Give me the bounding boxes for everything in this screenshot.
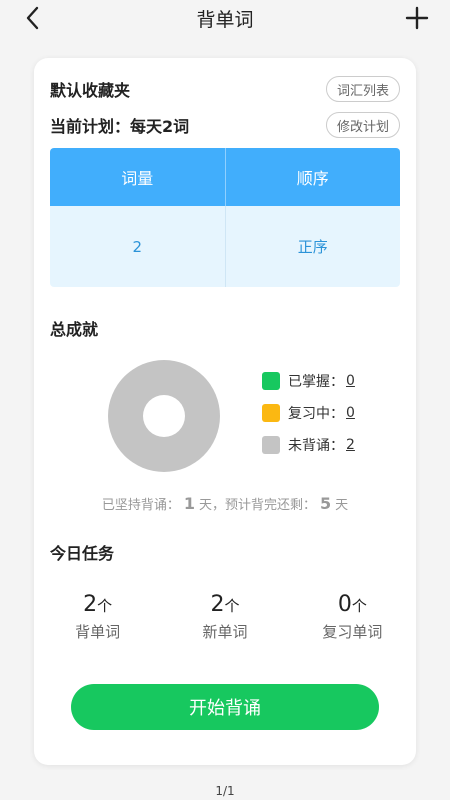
table-cell-order: 正序 [297,238,328,256]
page-title: 背单词 [196,9,254,31]
legend-value-reviewing[interactable]: 0 [346,405,355,421]
legend-item-unlearned: 未背诵： 2 [262,436,355,454]
task-count: 0 [337,592,352,617]
header-bar: 背单词 [0,0,450,36]
task-unit: 个 [97,597,113,615]
donut-hole [143,395,185,437]
page-indicator: 1/1 [0,784,450,798]
current-plan-text: 当前计划：每天2词 [50,117,190,136]
page-total: 1 [227,784,235,798]
today-tasks: 2个 背单词 2个 新单词 0个 复习单词 [34,592,416,642]
table-header-row: 词量 顺序 [50,148,400,206]
plan-row: 当前计划：每天2词 修改计划 [50,112,400,138]
page-current: 1 [215,784,223,798]
table-cell-word-count: 2 [50,206,226,287]
today-tasks-title: 今日任务 [50,544,115,563]
folder-name: 默认收藏夹 [50,81,131,100]
start-recite-button[interactable]: 开始背诵 [71,684,379,730]
legend-label-unlearned: 未背诵： [288,438,344,454]
add-button[interactable] [402,3,432,33]
task-unit: 个 [351,597,367,615]
table-header-order: 顺序 [296,169,329,188]
legend-label-reviewing: 复习中： [288,406,344,422]
legend-swatch-unlearned [262,436,280,454]
study-card: 默认收藏夹 词汇列表 当前计划：每天2词 修改计划 词量 顺序 2 正序 总成就… [34,58,416,765]
legend-value-unlearned[interactable]: 2 [346,437,355,453]
table-row: 2 正序 [50,206,400,287]
legend-swatch-mastered [262,372,280,390]
legend-item-reviewing: 复习中： 0 [262,404,355,422]
achievement-title: 总成就 [50,320,99,339]
task-review-words: 2个 背单词 [34,592,161,642]
task-new-words: 2个 新单词 [161,592,288,642]
streak-summary: 已坚持背诵： 1 天，预计背完还剩： 5 天 [34,494,416,513]
streak-prefix: 已坚持背诵： [101,498,180,513]
legend-swatch-reviewing [262,404,280,422]
task-count: 2 [210,592,225,617]
edit-plan-button[interactable]: 修改计划 [325,112,400,138]
task-revise-words: 0个 复习单词 [289,592,416,642]
legend-label-mastered: 已掌握： [288,374,344,390]
task-label: 背单词 [75,623,121,641]
task-count: 2 [83,592,98,617]
task-label: 新单词 [202,623,248,641]
streak-middle: 天，预计背完还剩： [198,498,316,513]
achievement-donut-chart [108,360,220,472]
plus-icon [405,6,429,30]
legend-item-mastered: 已掌握： 0 [262,372,355,390]
chart-legend: 已掌握： 0 复习中： 0 未背诵： 2 [262,372,355,468]
remaining-days: 5 [320,494,332,513]
plan-table: 词量 顺序 2 正序 [50,148,400,287]
task-unit: 个 [224,597,240,615]
streak-days: 1 [183,494,195,513]
table-header-word-count: 词量 [50,148,226,206]
folder-row: 默认收藏夹 词汇列表 [50,76,400,102]
legend-value-mastered[interactable]: 0 [346,373,355,389]
word-list-button[interactable]: 词汇列表 [325,76,400,102]
streak-suffix: 天 [335,498,349,513]
task-label: 复习单词 [322,623,383,641]
